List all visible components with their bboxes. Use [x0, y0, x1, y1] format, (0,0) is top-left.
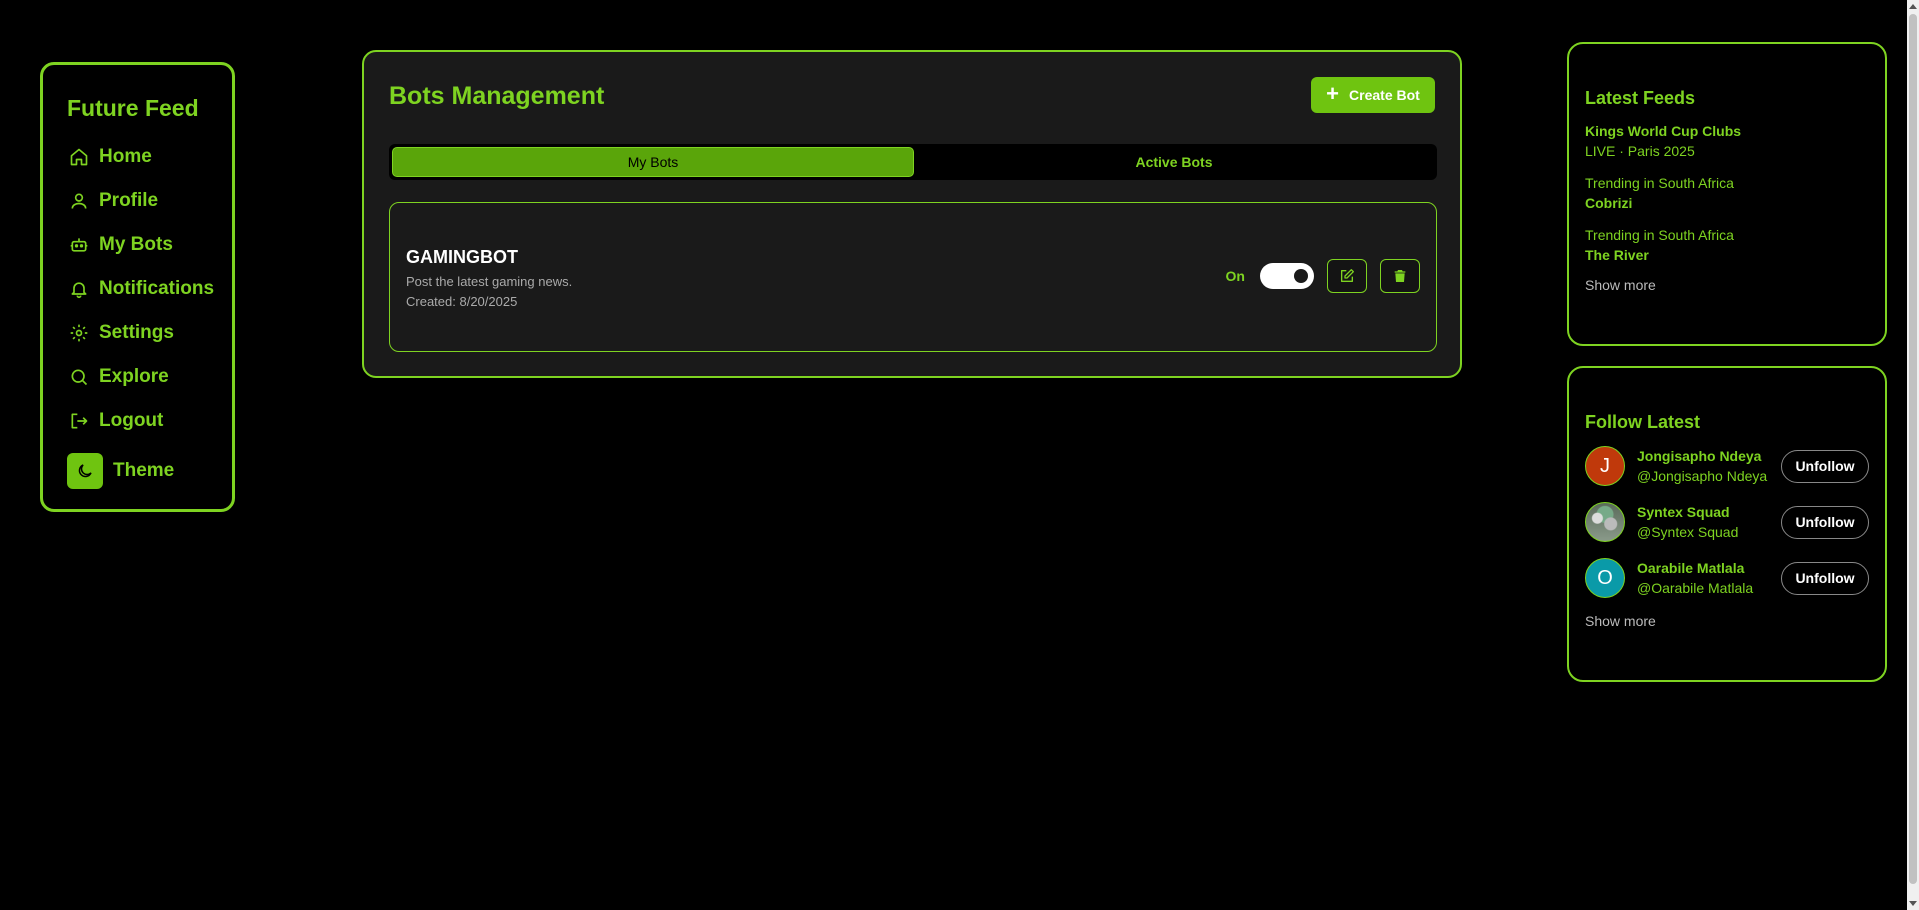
sidebar-item-label: Logout [99, 410, 164, 431]
scroll-thumb[interactable] [1909, 14, 1917, 884]
sidebar-item-explore[interactable]: Explore [67, 355, 232, 399]
feed-item[interactable]: Kings World Cup Clubs LIVE · Paris 2025 [1585, 121, 1869, 161]
sidebar-item-label: Notifications [99, 278, 215, 299]
bot-enabled-toggle[interactable] [1260, 263, 1314, 289]
tab-active-bots[interactable]: Active Bots [914, 147, 1434, 177]
sidebar-item-profile[interactable]: Profile [67, 179, 232, 223]
bot-status-label: On [1225, 268, 1245, 284]
feed-item-title: Trending in South Africa [1585, 227, 1734, 243]
sidebar-item-label: Settings [99, 322, 174, 343]
create-bot-label: Create Bot [1349, 87, 1420, 103]
sidebar-item-my-bots[interactable]: My Bots [67, 223, 232, 267]
follow-user-info[interactable]: Oarabile Matlala @Oarabile Matlala [1637, 558, 1781, 598]
follow-user-handle: @Syntex Squad [1637, 524, 1739, 540]
create-bot-button[interactable]: + Create Bot [1311, 77, 1435, 113]
latest-feeds-title: Latest Feeds [1585, 88, 1696, 108]
follow-show-more-link[interactable]: Show more [1585, 613, 1869, 629]
follow-latest-title: Follow Latest [1585, 412, 1701, 432]
edit-icon [1341, 269, 1354, 282]
tab-my-bots[interactable]: My Bots [392, 147, 914, 177]
follow-user-info[interactable]: Syntex Squad @Syntex Squad [1637, 502, 1781, 542]
page-title: Bots Management [389, 82, 605, 110]
delete-bot-button[interactable] [1380, 259, 1420, 293]
toggle-knob [1294, 269, 1308, 283]
bot-card: GAMINGBOT Post the latest gaming news. C… [389, 202, 1437, 352]
follow-row: O Oarabile Matlala @Oarabile Matlala Unf… [1585, 557, 1869, 599]
theme-button[interactable] [67, 453, 103, 489]
moon-icon [78, 464, 92, 478]
sidebar-item-settings[interactable]: Settings [67, 311, 232, 355]
avatar[interactable]: O [1585, 558, 1625, 598]
feeds-show-more-link[interactable]: Show more [1585, 277, 1869, 293]
sidebar-item-label: Home [99, 146, 152, 167]
trash-icon [1394, 270, 1406, 282]
feed-item[interactable]: Trending in South Africa The River [1585, 225, 1869, 265]
bot-created-date: Created: 8/20/2025 [406, 294, 518, 309]
theme-toggle[interactable]: Theme [67, 447, 232, 495]
feed-item-subtitle: Cobrizi [1585, 195, 1633, 211]
follow-row: J Jongisapho Ndeya @Jongisapho Ndeya Unf… [1585, 445, 1869, 487]
feed-item-subtitle: The River [1585, 247, 1649, 263]
plus-icon: + [1326, 81, 1340, 106]
brand-title: Future Feed [67, 95, 199, 121]
gear-icon [67, 321, 91, 345]
bot-name: GAMINGBOT [406, 247, 518, 267]
search-icon [67, 365, 91, 389]
follow-user-handle: @Oarabile Matlala [1637, 580, 1754, 596]
sidebar-item-label: My Bots [99, 234, 173, 255]
follow-latest-panel: Follow Latest J Jongisapho Ndeya @Jongis… [1567, 366, 1887, 682]
sidebar: Future Feed Home Profile My Bots Notific… [40, 62, 235, 512]
scroll-up-arrow-icon[interactable] [1909, 4, 1917, 9]
page-scrollbar[interactable] [1907, 0, 1919, 910]
bot-controls: On [1226, 259, 1420, 293]
follow-user-name: Syntex Squad [1637, 504, 1730, 520]
sidebar-item-home[interactable]: Home [67, 135, 232, 179]
bots-tabs: My Bots Active Bots [389, 144, 1437, 180]
follow-user-name: Oarabile Matlala [1637, 560, 1745, 576]
edit-bot-button[interactable] [1327, 259, 1367, 293]
unfollow-button[interactable]: Unfollow [1781, 449, 1869, 483]
unfollow-button[interactable]: Unfollow [1781, 505, 1869, 539]
sidebar-item-notifications[interactable]: Notifications [67, 267, 232, 311]
feed-item-subtitle: LIVE · Paris 2025 [1585, 143, 1695, 159]
bots-management-panel: Bots Management + Create Bot My Bots Act… [362, 50, 1462, 378]
unfollow-button[interactable]: Unfollow [1781, 561, 1869, 595]
feed-item[interactable]: Trending in South Africa Cobrizi [1585, 173, 1869, 213]
sidebar-item-label: Explore [99, 366, 169, 387]
follow-user-info[interactable]: Jongisapho Ndeya @Jongisapho Ndeya [1637, 446, 1781, 486]
avatar[interactable]: J [1585, 446, 1625, 486]
sidebar-item-label: Profile [99, 190, 159, 211]
avatar[interactable] [1585, 502, 1625, 542]
bot-icon [67, 233, 91, 257]
bot-description: Post the latest gaming news. [406, 274, 573, 289]
scroll-down-arrow-icon[interactable] [1909, 901, 1917, 906]
home-icon [67, 145, 91, 169]
latest-feeds-panel: Latest Feeds Kings World Cup Clubs LIVE … [1567, 42, 1887, 346]
follow-user-name: Jongisapho Ndeya [1637, 448, 1762, 464]
user-icon [67, 189, 91, 213]
bell-icon [67, 277, 91, 301]
follow-row: Syntex Squad @Syntex Squad Unfollow [1585, 501, 1869, 543]
logout-icon [67, 409, 91, 433]
follow-user-handle: @Jongisapho Ndeya [1637, 468, 1768, 484]
theme-label: Theme [113, 460, 175, 481]
feed-item-title: Kings World Cup Clubs [1585, 123, 1742, 139]
feed-item-title: Trending in South Africa [1585, 175, 1734, 191]
sidebar-item-logout[interactable]: Logout [67, 399, 232, 443]
